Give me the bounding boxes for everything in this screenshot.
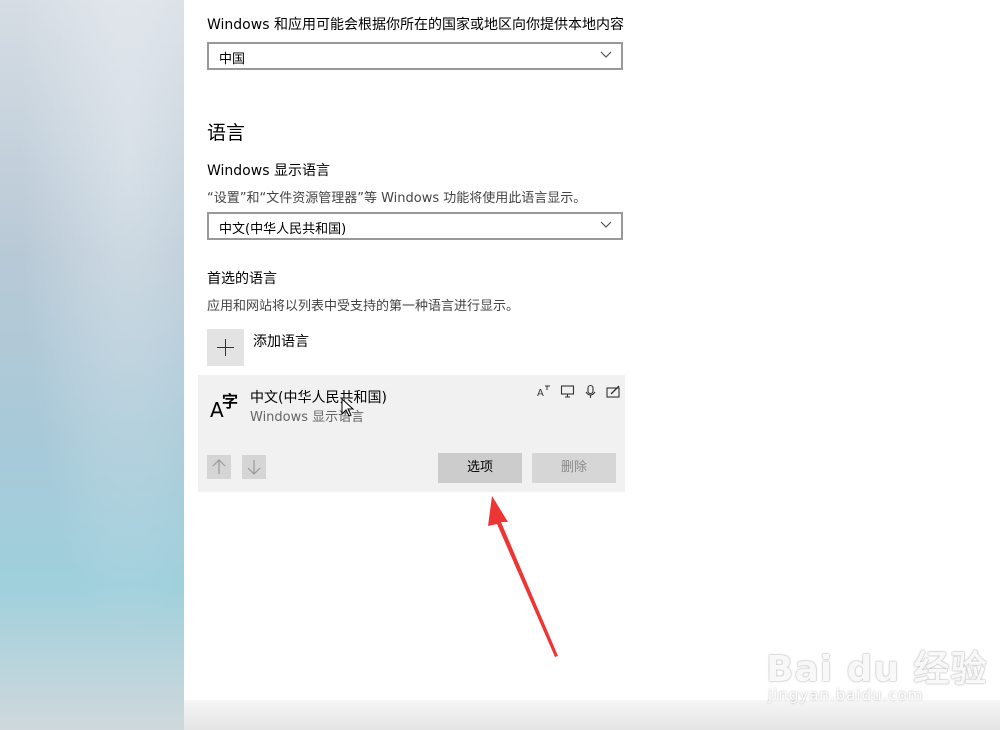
display-language-icon (560, 384, 575, 399)
arrow-down-icon (247, 460, 261, 475)
chevron-down-icon (600, 51, 612, 58)
chevron-down-icon (600, 221, 612, 228)
desktop-background (0, 0, 184, 730)
move-up-button[interactable] (207, 455, 231, 479)
watermark-url: jingyan.baidu.com (768, 686, 924, 704)
handwriting-icon (606, 384, 621, 399)
arrow-up-icon (212, 459, 226, 474)
svg-text:A: A (537, 388, 544, 399)
display-language-select-value: 中文(中华人民共和国) (219, 222, 347, 237)
mouse-cursor-icon (341, 398, 355, 417)
baidu-watermark: Bai du 经验 jingyan.baidu.com (760, 620, 990, 710)
region-description: Windows 和应用可能会根据你所在的国家或地区向你提供本地内容 (207, 17, 624, 33)
language-feature-icons: A (537, 384, 621, 400)
annotation-arrow-icon (488, 496, 558, 657)
preferred-languages-label: 首选的语言 (207, 271, 277, 287)
display-language-label: Windows 显示语言 (207, 163, 330, 179)
add-language-button[interactable] (207, 329, 244, 366)
preferred-languages-description: 应用和网站将以列表中受支持的第一种语言进行显示。 (207, 299, 520, 314)
language-glyph-icon: A 字 (210, 392, 239, 422)
add-language-label[interactable]: 添加语言 (253, 331, 309, 351)
language-heading: 语言 (207, 122, 246, 144)
watermark-logo-text: Bai du 经验 (766, 649, 988, 690)
options-button[interactable]: 选项 (438, 453, 522, 483)
move-down-button[interactable] (242, 455, 266, 479)
text-to-speech-icon: A (537, 384, 552, 399)
display-language-select[interactable]: 中文(中华人民共和国) (207, 212, 623, 240)
language-item-name: 中文(中华人民共和国) (250, 390, 387, 406)
display-language-description: “设置”和“文件资源管理器”等 Windows 功能将使用此语言显示。 (207, 191, 587, 206)
country-select-value: 中国 (219, 52, 246, 67)
delete-button[interactable]: 删除 (532, 453, 616, 483)
country-select[interactable]: 中国 (207, 42, 623, 70)
microphone-icon (583, 384, 598, 399)
